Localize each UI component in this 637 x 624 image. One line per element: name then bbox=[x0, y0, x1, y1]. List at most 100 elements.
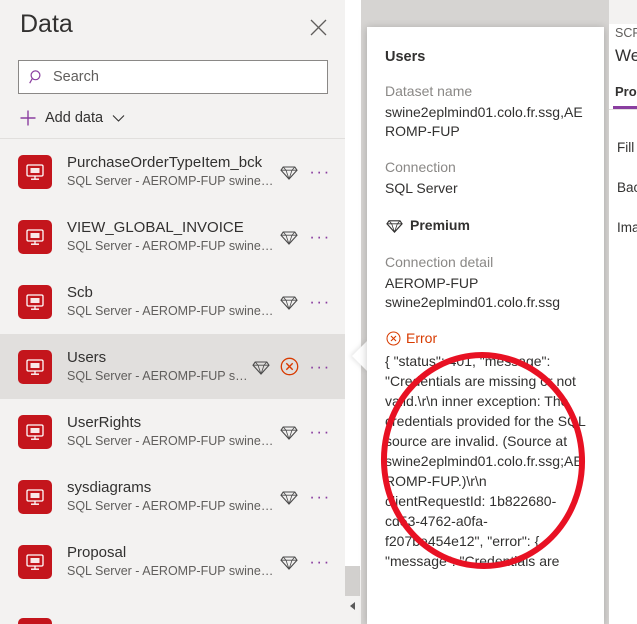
add-data-button[interactable]: Add data bbox=[18, 104, 125, 132]
sql-server-icon bbox=[18, 284, 52, 319]
list-item[interactable]: UserRights SQL Server - AEROMP-FUP swine… bbox=[0, 399, 345, 464]
properties-divider bbox=[609, 109, 637, 110]
overflow-menu-button[interactable]: ··· bbox=[307, 485, 333, 509]
data-pane: Data Add data bbox=[0, 0, 345, 624]
sql-server-icon bbox=[18, 219, 52, 254]
dataset-details-flyout: Users Dataset name swine2eplmind01.colo.… bbox=[367, 27, 604, 624]
list-item[interactable]: PurchaseOrderTypeItem_bck SQL Server - A… bbox=[0, 139, 345, 204]
sql-server-icon bbox=[18, 414, 52, 449]
list-item-users-selected[interactable]: Users SQL Server - AEROMP-FUP swin... ··… bbox=[0, 334, 345, 399]
list-item-actions: ··· bbox=[277, 550, 333, 574]
flyout-title: Users bbox=[385, 49, 426, 65]
sql-server-icon bbox=[18, 349, 52, 384]
list-item-title: Users bbox=[67, 349, 107, 366]
diamond-icon bbox=[277, 290, 301, 314]
properties-pane: SCR We Prop Fill Bac Ima bbox=[609, 0, 637, 624]
list-item[interactable]: VIEW_GLOBAL_INVOICE SQL Server - AEROMP-… bbox=[0, 204, 345, 269]
list-item-subtitle: SQL Server - AEROMP-FUP swin... bbox=[67, 369, 249, 383]
diamond-icon bbox=[385, 216, 403, 234]
property-field-fill[interactable]: Fill bbox=[617, 140, 634, 155]
sql-server-icon bbox=[18, 154, 52, 189]
list-item-title: PurchaseOrderTypeItem_bck bbox=[67, 154, 263, 171]
search-box[interactable] bbox=[18, 60, 328, 94]
search-input[interactable] bbox=[53, 69, 303, 85]
chevron-down-icon bbox=[112, 114, 125, 123]
diamond-icon bbox=[277, 225, 301, 249]
connection-label: Connection bbox=[385, 159, 456, 175]
dataset-name-label: Dataset name bbox=[385, 83, 473, 99]
premium-label: Premium bbox=[410, 217, 470, 233]
list-item[interactable]: sysdiagrams SQL Server - AEROMP-FUP swin… bbox=[0, 464, 345, 529]
list-item-title: Scb bbox=[67, 284, 93, 301]
sql-server-icon bbox=[18, 479, 52, 514]
sql-server-icon bbox=[18, 618, 52, 624]
list-item-text: sysdiagrams SQL Server - AEROMP-FUP swin… bbox=[67, 478, 277, 515]
plus-icon bbox=[18, 108, 38, 128]
list-item-actions: ··· bbox=[249, 355, 333, 379]
sql-server-icon bbox=[18, 544, 52, 579]
list-item-subtitle: SQL Server - AEROMP-FUP swine2e... bbox=[67, 434, 277, 448]
overflow-menu-button[interactable]: ··· bbox=[307, 225, 333, 249]
error-circle-x-icon[interactable] bbox=[277, 355, 301, 379]
list-item-actions: ··· bbox=[277, 290, 333, 314]
overflow-menu-button[interactable]: ··· bbox=[307, 160, 333, 184]
property-field-image[interactable]: Ima bbox=[617, 220, 637, 235]
diamond-icon bbox=[277, 485, 301, 509]
diamond-icon bbox=[249, 355, 273, 379]
diamond-icon bbox=[277, 160, 301, 184]
tab-properties[interactable]: Prop bbox=[615, 84, 637, 99]
dataset-name-value: swine2eplmind01.colo.fr.ssg,AEROMP-FUP bbox=[385, 104, 583, 139]
list-item-text: UserRights SQL Server - AEROMP-FUP swine… bbox=[67, 413, 277, 450]
list-item-text: PurchaseOrderTypeItem_bck SQL Server - A… bbox=[67, 153, 277, 190]
list-item-subtitle: SQL Server - AEROMP-FUP swine2e... bbox=[67, 499, 277, 513]
dataset-list: PurchaseOrderTypeItem_bck SQL Server - A… bbox=[0, 139, 345, 604]
connection-value: SQL Server bbox=[385, 180, 458, 196]
list-item-actions: ··· bbox=[277, 485, 333, 509]
overflow-menu-button[interactable]: ··· bbox=[307, 420, 333, 444]
connection-detail-value: AEROMP-FUP swine2eplmind01.colo.fr.ssg bbox=[385, 275, 561, 310]
error-circle-x-icon bbox=[385, 330, 401, 346]
caret-left-icon bbox=[350, 602, 355, 610]
close-icon bbox=[310, 19, 326, 35]
premium-badge: Premium bbox=[385, 216, 586, 234]
add-data-label: Add data bbox=[45, 110, 104, 126]
diamond-icon bbox=[277, 420, 301, 444]
error-header: Error bbox=[385, 330, 586, 346]
screen-breadcrumb: SCR bbox=[615, 26, 637, 40]
list-item-subtitle: SQL Server - AEROMP-FUP swine2e... bbox=[67, 174, 277, 188]
scrollbar-thumb[interactable] bbox=[345, 566, 360, 596]
properties-topbar bbox=[609, 0, 637, 24]
list-item-subtitle: SQL Server - AEROMP-FUP swine2e... bbox=[67, 564, 277, 578]
overflow-menu-button[interactable]: ··· bbox=[307, 290, 333, 314]
overflow-menu-button[interactable]: ··· bbox=[307, 355, 333, 379]
list-item-text: Scb SQL Server - AEROMP-FUP swine2e... bbox=[67, 283, 277, 320]
list-item-text: Users SQL Server - AEROMP-FUP swin... bbox=[67, 348, 249, 385]
connection-detail-label: Connection detail bbox=[385, 254, 494, 270]
property-field-background[interactable]: Bac bbox=[617, 180, 637, 195]
list-item-title: UserRights bbox=[67, 414, 142, 431]
scrollbar-left-arrow-button[interactable] bbox=[345, 596, 360, 616]
app-root: Data Add data bbox=[0, 0, 637, 624]
list-item-text: VIEW_GLOBAL_INVOICE SQL Server - AEROMP-… bbox=[67, 218, 277, 255]
list-item-title: Proposal bbox=[67, 544, 127, 561]
data-pane-header: Data bbox=[0, 0, 345, 52]
overflow-menu-button[interactable]: ··· bbox=[307, 550, 333, 574]
list-item[interactable]: Proposal SQL Server - AEROMP-FUP swine2e… bbox=[0, 529, 345, 594]
flyout-pointer bbox=[352, 340, 368, 372]
control-name: We bbox=[615, 46, 637, 65]
list-item-title: VIEW_GLOBAL_INVOICE bbox=[67, 219, 244, 236]
list-item-title: sysdiagrams bbox=[67, 479, 152, 496]
page-title: Data bbox=[20, 10, 73, 38]
list-item-partial[interactable] bbox=[0, 604, 345, 624]
search-icon bbox=[29, 69, 45, 85]
list-item-text: Proposal SQL Server - AEROMP-FUP swine2e… bbox=[67, 543, 277, 580]
close-button[interactable] bbox=[303, 12, 333, 42]
error-message: { "status": 401, "message": "Credentials… bbox=[385, 353, 586, 569]
diamond-icon bbox=[277, 550, 301, 574]
list-item-actions: ··· bbox=[277, 225, 333, 249]
list-item-subtitle: SQL Server - AEROMP-FUP swine2e... bbox=[67, 304, 277, 318]
error-label: Error bbox=[406, 330, 438, 346]
list-item-actions: ··· bbox=[277, 160, 333, 184]
list-item-subtitle: SQL Server - AEROMP-FUP swine2e... bbox=[67, 239, 277, 253]
list-item[interactable]: Scb SQL Server - AEROMP-FUP swine2e... ·… bbox=[0, 269, 345, 334]
